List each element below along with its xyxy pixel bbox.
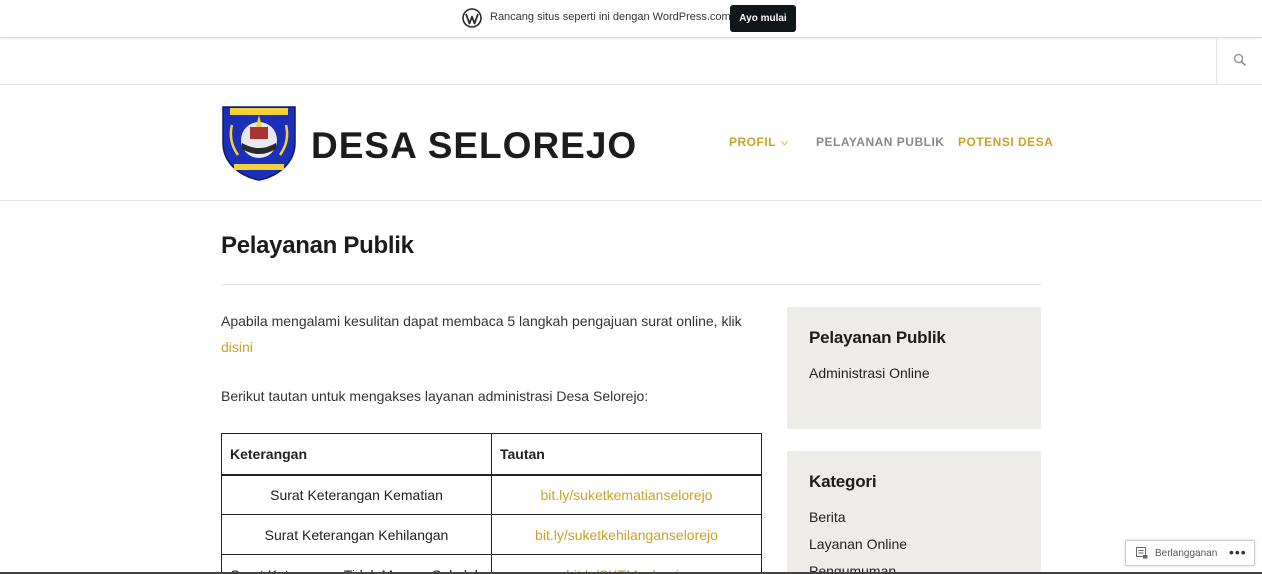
sidebar-link-berita[interactable]: Berita [809,504,1019,531]
search-strip [0,39,1262,85]
table-cell-link[interactable]: bit.ly/suketkematianselorejo [491,474,762,515]
disini-link[interactable]: disini [221,339,253,355]
promo-text: Rancang situs seperti ini dengan WordPre… [490,11,731,23]
reader-icon [1136,547,1148,559]
intro-text: Apabila mengalami kesulitan dapat membac… [221,313,742,329]
table-header-row: Keterangan Tautan [221,433,762,476]
page-title: Pelayanan Publik [221,232,414,259]
wordpress-promo-bar: Rancang situs seperti ini dengan WordPre… [0,0,1262,38]
links-intro-paragraph: Berikut tautan untuk mengakses layanan a… [221,388,649,404]
sidebar-link-layanan-online[interactable]: Layanan Online [809,531,1019,558]
table-row: Surat Keterangan Kehilangan bit.ly/suket… [221,514,762,555]
sidebar-link-administrasi-online[interactable]: Administrasi Online [809,360,1019,387]
table-cell-link[interactable]: bit.ly/suketkehilanganselorejo [491,514,762,555]
nav-item-profil[interactable]: PROFIL ⌵ [729,135,788,149]
table-cell-keterangan: Surat Keterangan Kematian [221,474,492,515]
site-title[interactable]: DESA SELOREJO [311,125,637,167]
wordpress-icon[interactable] [462,8,482,28]
chevron-down-icon: ⌵ [781,137,789,147]
nav-item-pelayanan-publik[interactable]: PELAYANAN PUBLIK [816,135,944,149]
more-options-icon[interactable]: ••• [1229,544,1247,560]
main-content: Apabila mengalami kesulitan dapat membac… [221,308,762,433]
table-cell-keterangan: Surat Keterangan Kehilangan [221,514,492,555]
services-table: Keterangan Tautan Surat Keterangan Kemat… [221,433,762,574]
nav-item-label: PROFIL [729,135,776,149]
village-emblem-logo[interactable] [220,103,298,181]
intro-paragraph: Apabila mengalami kesulitan dapat membac… [221,308,762,360]
nav-item-potensi-desa[interactable]: POTENSI DESA [958,135,1053,149]
follow-label: Berlangganan [1155,548,1218,559]
start-button[interactable]: Ayo mulai [730,5,796,32]
table-row: Surat Keterangan Kematian bit.ly/suketke… [221,474,762,515]
site-header: DESA SELOREJO PROFIL ⌵ PELAYANAN PUBLIK P… [0,85,1262,201]
sidebar-widget-pelayanan-publik: Pelayanan Publik Administrasi Online [787,307,1041,429]
search-icon [1233,53,1247,67]
search-button[interactable] [1216,39,1262,85]
column-header-tautan: Tautan [491,433,762,476]
widget-title: Kategori [809,472,877,491]
widget-title: Pelayanan Publik [809,328,946,347]
column-header-keterangan: Keterangan [221,433,492,476]
sidebar-widget-kategori: Kategori Berita Layanan Online Pengumuma… [787,451,1041,574]
divider [221,284,1041,285]
follow-button[interactable]: Berlangganan ••• [1125,540,1255,566]
